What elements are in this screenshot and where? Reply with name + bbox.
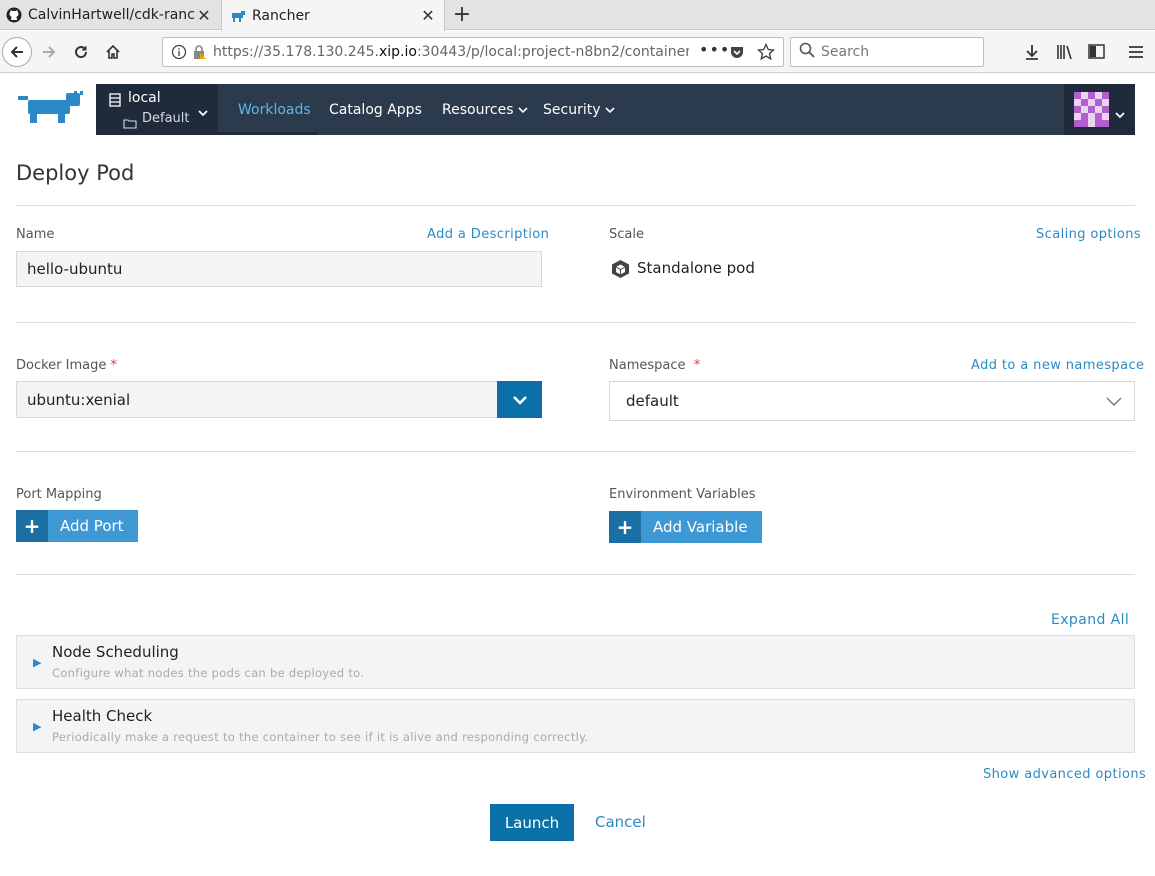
namespace-value: default — [626, 392, 679, 410]
namespace-label: Namespace * — [609, 358, 700, 373]
nav-workloads[interactable]: Workloads — [238, 84, 311, 135]
chevron-down-icon — [1106, 397, 1122, 406]
docker-image-input[interactable]: ubuntu:xenial — [16, 381, 498, 418]
divider — [16, 574, 1135, 575]
close-tab-icon[interactable]: ✕ — [196, 6, 212, 25]
nav-security[interactable]: Security — [543, 84, 616, 135]
search-icon — [799, 42, 815, 62]
back-button[interactable] — [2, 37, 32, 67]
required-marker: * — [110, 358, 118, 373]
arrow-right-icon — [43, 46, 56, 58]
docker-image-dropdown-button[interactable] — [497, 381, 542, 418]
add-variable-button[interactable]: + Add Variable — [609, 511, 762, 543]
namespace-label-text: Namespace — [609, 358, 686, 373]
page-actions-icon[interactable]: ••• — [699, 40, 730, 59]
github-icon — [6, 7, 22, 23]
sidebar-icon[interactable] — [1088, 44, 1106, 64]
cluster-project-switcher[interactable]: local Default — [96, 84, 218, 135]
namespace-select[interactable]: default — [609, 381, 1135, 421]
app-header: local Default Workloads Catalog Apps Res… — [96, 84, 1135, 135]
add-new-namespace-link[interactable]: Add to a new namespace — [971, 358, 1144, 373]
scaling-options-link[interactable]: Scaling options — [1036, 227, 1141, 242]
caret-right-icon: ▶ — [33, 656, 42, 669]
browser-search-box[interactable]: Search — [790, 37, 984, 67]
chevron-down-icon — [512, 395, 527, 405]
server-icon — [109, 92, 121, 111]
required-marker: * — [693, 358, 701, 373]
browser-tab-bar: CalvinHartwell/cdk-rancher ✕ Rancher ✕ + — [0, 0, 1155, 31]
divider — [16, 322, 1135, 323]
cube-icon — [611, 259, 630, 283]
browser-tab-rancher[interactable]: Rancher ✕ — [221, 0, 445, 31]
cluster-name: local — [128, 90, 161, 106]
project-name: Default — [142, 111, 190, 126]
plus-icon: + — [16, 510, 48, 542]
section-title: Node Scheduling — [52, 643, 179, 661]
pocket-icon[interactable] — [729, 44, 745, 64]
expand-all-link[interactable]: Expand All — [1051, 612, 1129, 628]
browser-toolbar: https://35.178.130.245.xip.io:30443/p/lo… — [0, 31, 1155, 73]
name-input[interactable]: hello-ubuntu — [16, 251, 542, 287]
nav-resources[interactable]: Resources — [442, 84, 529, 135]
docker-image-label-text: Docker Image — [16, 358, 107, 373]
docker-image-label: Docker Image * — [16, 358, 117, 373]
forward-button[interactable] — [34, 37, 64, 67]
section-title: Health Check — [52, 707, 153, 725]
home-button[interactable] — [98, 37, 128, 67]
tab-title: CalvinHartwell/cdk-rancher — [28, 7, 196, 23]
chevron-down-icon — [1114, 105, 1126, 124]
close-tab-icon[interactable]: ✕ — [420, 6, 436, 25]
downloads-icon[interactable] — [1024, 44, 1040, 64]
divider — [16, 451, 1135, 452]
show-advanced-options-link[interactable]: Show advanced options — [983, 767, 1146, 782]
lock-warning-icon[interactable] — [191, 44, 207, 64]
chevron-down-icon — [197, 103, 209, 122]
bookmark-star-icon[interactable] — [756, 42, 776, 65]
url-text: https://35.178.130.245.xip.io:30443/p/lo… — [213, 44, 689, 60]
avatar — [1074, 92, 1109, 131]
plus-icon: + — [609, 511, 641, 543]
chevron-down-icon — [517, 106, 528, 113]
search-placeholder: Search — [821, 44, 870, 60]
cancel-button[interactable]: Cancel — [595, 813, 646, 831]
port-mapping-label: Port Mapping — [16, 487, 102, 502]
rancher-logo[interactable] — [16, 90, 84, 128]
scale-value: Standalone pod — [637, 259, 755, 277]
nav-resources-label: Resources — [442, 101, 514, 118]
user-menu[interactable] — [1064, 84, 1135, 135]
arrow-left-icon — [10, 46, 23, 58]
launch-button[interactable]: Launch — [490, 804, 574, 841]
reload-button[interactable] — [66, 37, 96, 67]
chevron-down-icon — [604, 106, 615, 113]
name-label: Name — [16, 227, 55, 242]
node-scheduling-section[interactable]: ▶ Node Scheduling Configure what nodes t… — [16, 635, 1135, 689]
section-description: Configure what nodes the pods can be dep… — [52, 666, 365, 680]
folder-icon — [123, 114, 137, 133]
rancher-icon — [230, 8, 246, 24]
tab-title: Rancher — [252, 7, 310, 24]
add-port-label: Add Port — [60, 517, 124, 535]
menu-icon[interactable] — [1128, 44, 1144, 64]
add-variable-label: Add Variable — [653, 518, 748, 536]
divider — [16, 205, 1135, 206]
info-icon[interactable] — [171, 44, 187, 64]
section-description: Periodically make a request to the conta… — [52, 730, 589, 744]
nav-security-label: Security — [543, 101, 601, 118]
scale-label: Scale — [609, 227, 644, 242]
add-description-link[interactable]: Add a Description — [427, 227, 549, 242]
url-bar[interactable]: https://35.178.130.245.xip.io:30443/p/lo… — [162, 37, 784, 67]
nav-catalog-apps[interactable]: Catalog Apps — [329, 84, 422, 135]
env-vars-label: Environment Variables — [609, 487, 756, 502]
browser-tab-github[interactable]: CalvinHartwell/cdk-rancher ✕ — [0, 0, 220, 30]
reload-icon — [75, 46, 88, 59]
page-title: Deploy Pod — [16, 161, 135, 185]
new-tab-button[interactable]: + — [450, 2, 474, 27]
active-nav-indicator — [218, 132, 318, 135]
home-icon — [106, 44, 120, 59]
library-icon[interactable] — [1056, 44, 1074, 64]
add-port-button[interactable]: + Add Port — [16, 510, 138, 542]
caret-right-icon: ▶ — [33, 720, 42, 733]
health-check-section[interactable]: ▶ Health Check Periodically make a reque… — [16, 699, 1135, 753]
